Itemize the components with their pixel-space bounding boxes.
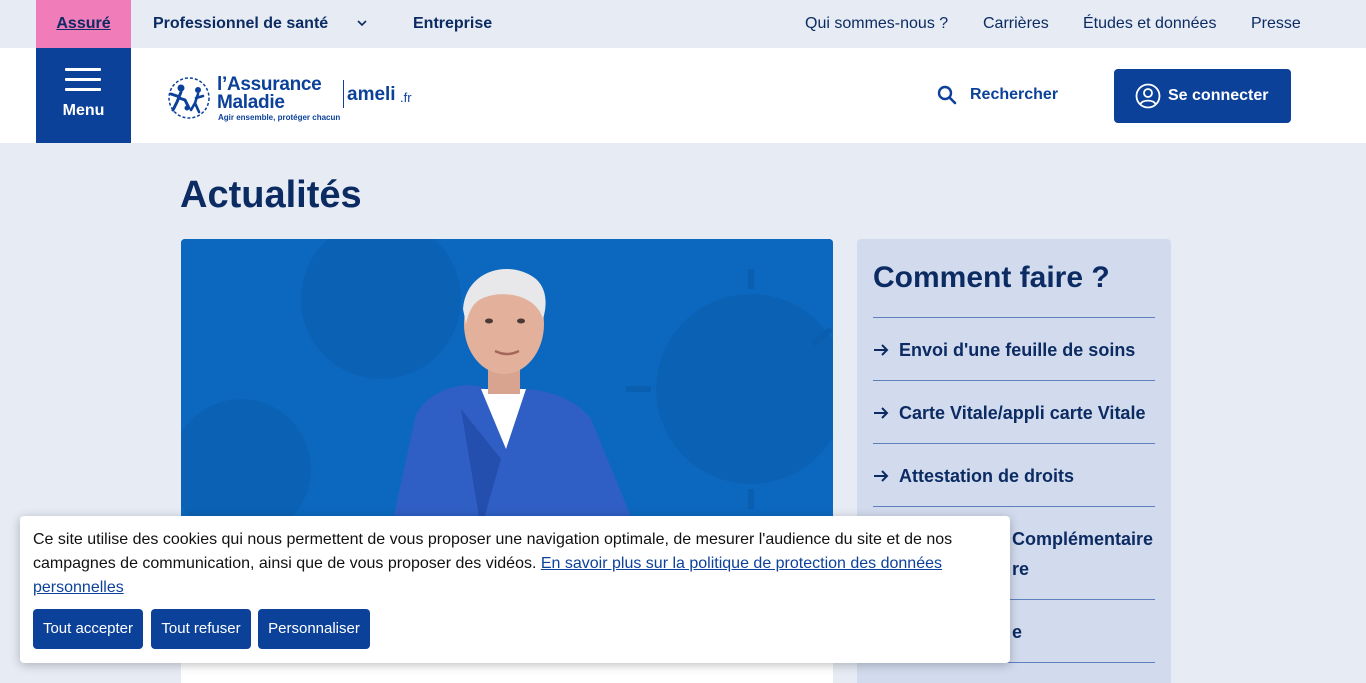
how-to-item-label: e (1012, 622, 1023, 642)
news-photo-illustration (181, 239, 833, 539)
site-header: Menu l’Assurance Maladie Agir ensemble, … (0, 48, 1366, 143)
audience-bar: Assuré Professionnel de santé Entreprise… (0, 0, 1366, 48)
link-carrieres[interactable]: Carrières (983, 0, 1049, 48)
search-label: Rechercher (970, 86, 1059, 103)
refuse-all-button[interactable]: Tout refuser (151, 609, 251, 649)
search-icon (937, 85, 957, 105)
news-image (181, 239, 833, 539)
how-to-title: Comment faire ? (873, 261, 1110, 294)
tab-assure[interactable]: Assuré (36, 0, 131, 48)
arrow-right-icon (874, 470, 889, 482)
logo-tld: .fr (400, 90, 412, 105)
customize-button[interactable]: Personnaliser (258, 609, 370, 649)
how-to-item-label: Envoi d'une feuille de soins (899, 340, 1136, 360)
how-to-item-6[interactable] (873, 662, 1155, 683)
how-to-item-label: Attestation de droits (899, 466, 1075, 486)
logo-divider (343, 80, 344, 108)
how-to-item-feuille-de-soins[interactable]: Envoi d'une feuille de soins (873, 317, 1155, 380)
assurance-maladie-emblem-icon (168, 77, 210, 119)
menu-button[interactable]: Menu (36, 48, 131, 143)
tab-professionnel-de-sante[interactable]: Professionnel de santé (153, 0, 328, 48)
link-presse[interactable]: Presse (1251, 0, 1301, 48)
chevron-down-icon[interactable] (356, 17, 368, 29)
arrow-right-icon (874, 407, 889, 419)
how-to-item-label: Carte Vitale/appli carte Vitale (899, 403, 1146, 423)
link-etudes-et-donnees[interactable]: Études et données (1083, 0, 1216, 48)
how-to-item-carte-vitale[interactable]: Carte Vitale/appli carte Vitale (873, 380, 1155, 443)
login-button[interactable]: Se connecter (1114, 69, 1291, 123)
hamburger-icon (65, 68, 101, 92)
cookie-message: Ce site utilise des cookies qui nous per… (33, 528, 993, 600)
logo-site-name: ameli (347, 84, 396, 105)
logo-line2: Maladie (217, 92, 285, 113)
tab-entreprise[interactable]: Entreprise (413, 0, 492, 48)
how-to-item-attestation-de-droits[interactable]: Attestation de droits (873, 443, 1155, 506)
logo[interactable]: l’Assurance Maladie Agir ensemble, proté… (165, 70, 425, 126)
menu-label: Menu (62, 102, 105, 119)
accept-all-button[interactable]: Tout accepter (33, 609, 143, 649)
arrow-right-icon (874, 344, 889, 356)
page-title: Actualités (180, 174, 362, 216)
cookie-banner: Ce site utilise des cookies qui nous per… (20, 516, 1010, 663)
logo-tagline: Agir ensemble, protéger chacun (218, 113, 341, 122)
how-to-item-label-line2: re (1012, 559, 1030, 579)
link-qui-sommes-nous[interactable]: Qui sommes-nous ? (805, 0, 948, 48)
how-to-item-label: Complémentaire (1012, 529, 1154, 549)
login-label: Se connecter (1168, 87, 1269, 104)
user-icon (1135, 83, 1161, 109)
